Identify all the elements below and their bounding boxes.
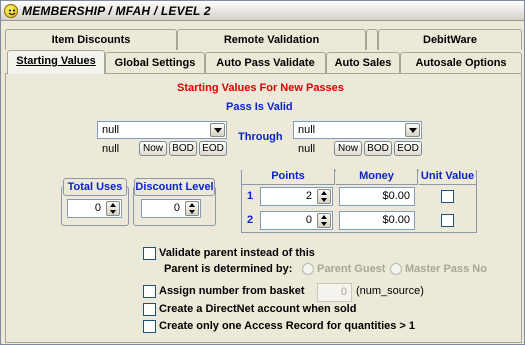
tab-auto-sales[interactable]: Auto Sales [326,52,400,73]
total-uses-label: Total Uses [63,178,127,196]
from-now-button[interactable]: Now [139,141,167,156]
num-source-label: (num_source) [356,285,424,297]
smiley-icon [4,4,18,18]
points-value-2: 0 [305,214,312,226]
discount-level-value: 0 [173,202,180,214]
num-source-value: 0 [340,286,347,298]
points-field-1[interactable]: 2 [260,187,333,206]
money-field-1[interactable]: $0.00 [339,187,415,206]
pass-is-valid-label: Pass Is Valid [226,101,293,113]
discount-level-field[interactable]: 0 [141,199,201,218]
num-source-field[interactable]: 0 [317,283,352,302]
tab-remote-validation[interactable]: Remote Validation [177,29,366,50]
money-field-2[interactable]: $0.00 [339,211,415,230]
tab-blank[interactable] [366,29,378,50]
points-value-1: 2 [305,190,312,202]
master-pass-label: Master Pass No [405,263,487,275]
spinner-icon[interactable] [317,189,331,204]
valid-from-combo[interactable]: null [97,121,227,139]
through-label: Through [238,131,283,143]
from-bod-button[interactable]: BOD [169,141,197,156]
tab-debitware[interactable]: DebitWare [378,29,522,50]
money-value-1: $0.00 [382,190,410,202]
points-field-2[interactable]: 0 [260,211,333,230]
directnet-label: Create a DirectNet account when sold [159,303,357,315]
spinner-icon[interactable] [317,213,331,228]
total-uses-value: 0 [94,202,101,214]
assign-number-label: Assign number from basket [159,285,305,297]
master-pass-radio[interactable] [390,263,402,275]
chevron-down-icon[interactable] [405,123,420,137]
money-value-2: $0.00 [382,214,410,226]
valid-from-value: null [102,124,120,136]
parent-determined-label: Parent is determined by: [164,263,293,275]
valid-through-combo[interactable]: null [293,121,422,139]
to-bod-button[interactable]: BOD [364,141,392,156]
parent-guest-label: Parent Guest [317,263,386,275]
row-index: 2 [247,214,254,226]
parent-guest-radio[interactable] [302,263,314,275]
discount-level-label: Discount Level [134,178,215,196]
validate-parent-checkbox[interactable] [143,247,156,260]
spinner-icon[interactable] [185,201,199,216]
unit-value-checkbox-2[interactable] [441,214,454,227]
tab-global-settings[interactable]: Global Settings [105,52,205,73]
spinner-icon[interactable] [106,201,120,216]
section-title: Starting Values For New Passes [177,82,344,94]
valid-from-display: null [102,143,120,155]
total-uses-field[interactable]: 0 [67,199,122,218]
unit-value-header: Unit Value [419,169,476,185]
valid-through-value: null [298,124,316,136]
points-header: Points [242,169,335,185]
tab-auto-pass-validate[interactable]: Auto Pass Validate [205,52,326,73]
validate-parent-label: Validate parent instead of this [159,247,315,259]
from-eod-button[interactable]: EOD [199,141,227,156]
starting-values-panel: Starting Values For New Passes Pass Is V… [5,73,522,343]
access-record-label: Create only one Access Record for quanti… [159,320,416,332]
to-eod-button[interactable]: EOD [394,141,422,156]
unit-value-checkbox-1[interactable] [441,190,454,203]
access-record-checkbox[interactable] [143,320,156,333]
valid-through-display: null [298,143,316,155]
tab-autosale-options[interactable]: Autosale Options [400,52,522,73]
money-header: Money [336,169,418,185]
to-now-button[interactable]: Now [334,141,362,156]
title-bar: MEMBERSHIP / MFAH / LEVEL 2 [1,1,524,21]
assign-number-checkbox[interactable] [143,285,156,298]
window: MEMBERSHIP / MFAH / LEVEL 2 Item Discoun… [0,0,525,345]
tab-item-discounts[interactable]: Item Discounts [5,29,177,50]
row-index: 1 [247,190,254,202]
window-title: MEMBERSHIP / MFAH / LEVEL 2 [22,4,211,18]
tab-starting-values[interactable]: Starting Values [7,50,105,74]
chevron-down-icon[interactable] [210,123,225,137]
directnet-checkbox[interactable] [143,303,156,316]
